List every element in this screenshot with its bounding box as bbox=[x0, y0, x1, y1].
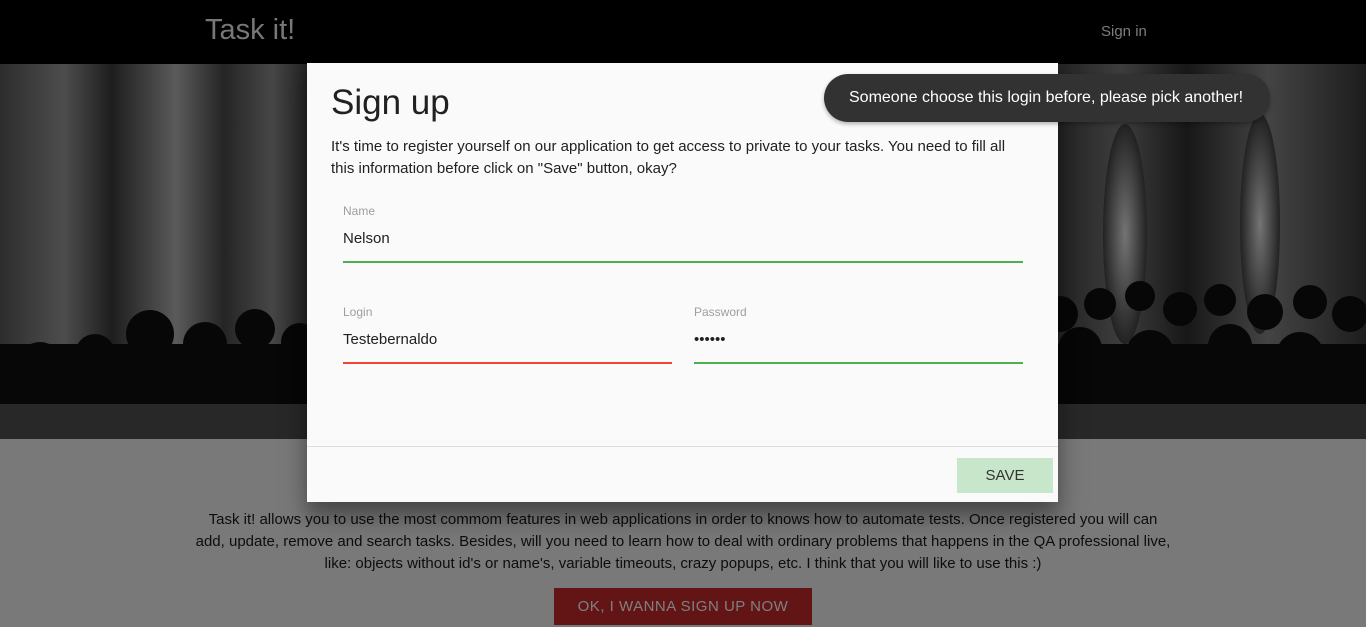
sign-up-modal: Sign up It's time to register yourself o… bbox=[307, 63, 1058, 502]
modal-description: It's time to register yourself on our ap… bbox=[331, 138, 1006, 177]
login-input[interactable] bbox=[343, 323, 672, 355]
password-field: Password bbox=[694, 305, 1023, 364]
top-navbar: Task it! Sign in bbox=[0, 0, 1366, 64]
password-label: Password bbox=[694, 305, 747, 319]
brand-logo-link[interactable]: Task it! bbox=[205, 14, 295, 47]
login-field: Login bbox=[343, 305, 672, 364]
password-input[interactable] bbox=[694, 323, 1023, 355]
password-underline bbox=[694, 362, 1023, 364]
nav-sign-in-link[interactable]: Sign in bbox=[1101, 23, 1147, 40]
modal-footer: SAVE bbox=[307, 446, 1058, 502]
name-label: Name bbox=[343, 204, 376, 218]
error-toast: Someone choose this login before, please… bbox=[824, 74, 1270, 122]
name-input[interactable] bbox=[343, 222, 1023, 254]
name-underline bbox=[343, 261, 1023, 263]
modal-title: Sign up bbox=[331, 83, 450, 122]
login-label: Login bbox=[343, 305, 373, 319]
name-field: Name bbox=[343, 204, 1023, 263]
save-button[interactable]: SAVE bbox=[957, 458, 1053, 493]
login-underline bbox=[343, 362, 672, 364]
page: Task it! Sign in Sign up It's time to re… bbox=[0, 0, 1366, 627]
